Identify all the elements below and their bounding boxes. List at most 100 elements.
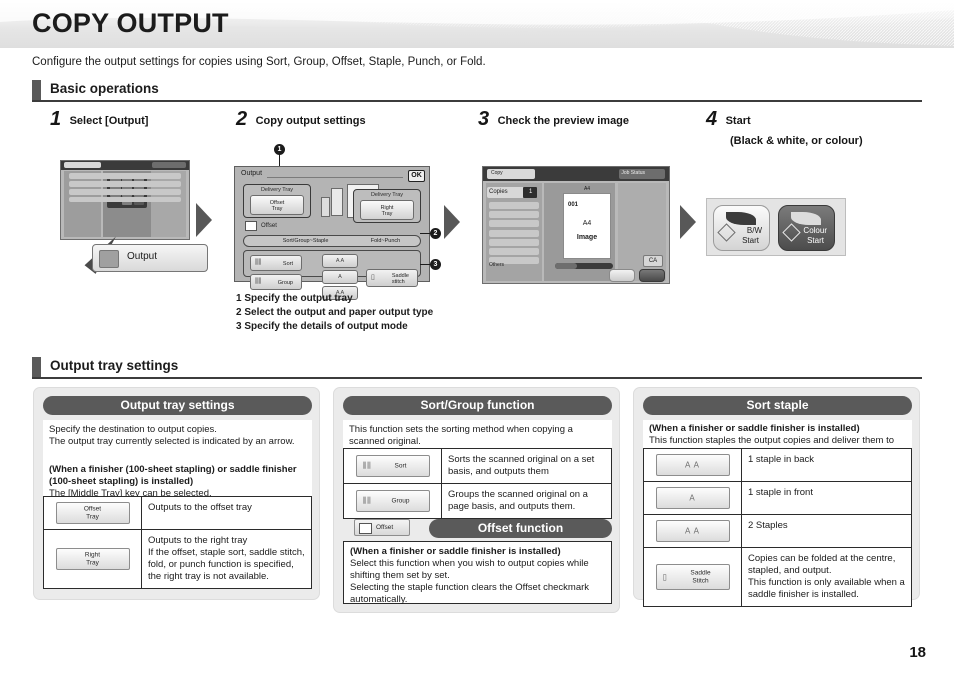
table-cell-description: Copies can be folded at the centre, stap… — [748, 553, 905, 600]
section-accent-tab — [32, 357, 41, 379]
saddle-stitch-key-label: Saddle stitch — [391, 273, 409, 285]
colour-start-line2: Start — [807, 236, 824, 245]
step4-start-panel: B/W Start Colour Start — [706, 198, 846, 256]
staple-back-icon: A A — [684, 460, 701, 470]
sort-key[interactable]: ⫼⫼ Sort — [355, 455, 430, 477]
section-title: Output tray settings — [50, 358, 179, 373]
page-title: COPY OUTPUT — [32, 8, 229, 38]
right-tray-key[interactable]: Right Tray — [55, 548, 130, 570]
preview-colour-start-button[interactable] — [639, 269, 665, 282]
offset-tray-key[interactable]: Offset Tray — [250, 195, 304, 215]
output-tray-intro: Specify the destination to output copies… — [43, 420, 312, 462]
table-cell-description: Sorts the scanned original on a set basi… — [448, 454, 595, 477]
table-cell-key: ▯ Saddle Stitch — [644, 548, 742, 606]
table-cell-description: Outputs to the right tray If the offset, … — [148, 535, 305, 582]
group-key[interactable]: ⫼⫼ Group — [250, 274, 302, 290]
step-header-4: 4 Start (Black & white, or colour) — [706, 108, 863, 147]
section-rule — [32, 100, 922, 102]
offset-checkbox[interactable] — [245, 221, 257, 231]
preview-setting-row[interactable] — [488, 248, 539, 256]
right-tray-key[interactable]: Right Tray — [360, 200, 414, 220]
step-label: Start — [725, 115, 751, 127]
step-header-1: 1 Select [Output] — [50, 108, 148, 131]
mode-tabs-row[interactable]: Sort/Group~Staple Fold~Punch — [243, 235, 421, 247]
preview-size: A4 — [582, 220, 592, 227]
preview-scroll-thumb[interactable] — [555, 263, 577, 269]
table-row: A 1 staple in front — [644, 482, 911, 515]
preview-size-top: A4 — [583, 186, 591, 192]
printer-tray-art — [331, 188, 343, 216]
step1-device-screenshot — [60, 160, 190, 240]
flow-arrow-1 — [196, 203, 212, 237]
staple-front-key[interactable]: A — [655, 487, 730, 509]
copies-label: Copies — [489, 189, 508, 195]
group-key-label: Group — [277, 280, 293, 286]
output-callout: Output — [92, 244, 208, 272]
saddle-stitch-icon: ▯ — [662, 572, 668, 582]
copies-value: 1 — [529, 189, 533, 195]
bw-start-line1: B/W — [746, 226, 762, 235]
intro-text: Configure the output settings for copies… — [32, 56, 486, 68]
preview-setting-row[interactable] — [488, 201, 539, 209]
bw-start-line2: Start — [742, 236, 759, 245]
start-diamond-icon — [717, 223, 736, 242]
offset-key-mini[interactable]: Offset — [354, 519, 410, 536]
section-accent-tab — [32, 80, 41, 102]
tab-fold-punch[interactable]: Fold~Punch — [371, 238, 401, 244]
staple-front-key[interactable]: A — [322, 270, 358, 284]
staple-front-icon: A — [689, 493, 696, 503]
saddle-stitch-key[interactable]: ▯ Saddle Stitch — [655, 564, 730, 590]
delivery-tray-left-box[interactable]: Delivery Tray Offset Tray — [243, 184, 311, 218]
table-row: A A 1 staple in back — [644, 449, 911, 482]
table-cell-key: Offset Tray — [44, 497, 142, 529]
step-header-2: 2 Copy output settings — [236, 108, 366, 131]
staple-two-key[interactable]: A A — [655, 520, 730, 542]
sort-icon: ⫼⫼ — [255, 259, 262, 266]
card-sort-staple: Sort staple (When a finisher or saddle f… — [633, 387, 920, 607]
preview-setting-row[interactable] — [488, 238, 539, 246]
staple-back-key[interactable]: A A — [655, 454, 730, 476]
sort-group-intro: This function sets the sorting method wh… — [343, 420, 612, 448]
colour-start-button[interactable]: Colour Start — [778, 205, 835, 251]
preview-bw-start-button[interactable] — [609, 269, 635, 282]
preview-setting-row[interactable] — [488, 211, 539, 219]
offset-key-label: Offset — [376, 524, 394, 531]
step2-note-3: 3 Specify the details of output mode — [236, 321, 408, 332]
step-label: Copy output settings — [255, 115, 366, 127]
preview-jobstatus-label: Job Status — [621, 170, 645, 176]
offset-tray-key[interactable]: Offset Tray — [55, 502, 130, 524]
delivery-tray-right-box[interactable]: Delivery Tray Right Tray — [353, 189, 421, 223]
table-row: Right Tray Outputs to the right tray If th… — [44, 530, 311, 588]
step3-preview-screenshot: Copy Job Status Copies 1 Others A4 001 A… — [482, 166, 670, 284]
staple-back-key[interactable]: A A — [322, 254, 358, 268]
table-cell-key: ⫼⫼ Group — [344, 484, 442, 518]
device-setting-row — [68, 181, 182, 187]
sort-key[interactable]: ⫼⫼ Sort — [250, 255, 302, 271]
step2-notes: 1 Specify the output tray 2 Select the o… — [236, 292, 433, 334]
section-output-tray-settings: Output tray settings — [32, 357, 922, 379]
bw-start-button[interactable]: B/W Start — [713, 205, 770, 251]
output-tray-table: Offset Tray Outputs to the offset tray Ri… — [43, 496, 312, 589]
table-cell-description: Groups the scanned original on a page ba… — [448, 489, 588, 512]
step-number: 4 — [706, 108, 718, 130]
preview-others-label: Others — [489, 262, 505, 268]
sort-key-label: Sort — [394, 462, 407, 470]
saddle-stitch-key[interactable]: ▯ Saddle stitch — [366, 269, 418, 287]
offset-function-line2: Selecting the staple function clears the… — [350, 582, 590, 605]
table-cell-key: Right Tray — [44, 530, 142, 588]
tab-sort-group-staple[interactable]: Sort/Group~Staple — [283, 238, 329, 244]
group-key[interactable]: ⫼⫼ Group — [355, 490, 430, 512]
offset-checkbox-icon[interactable] — [359, 523, 372, 534]
ok-button[interactable]: OK — [408, 170, 425, 182]
group-icon: ⫼⫼ — [362, 496, 372, 505]
sort-icon: ⫼⫼ — [362, 461, 372, 470]
ca-button[interactable]: CA — [643, 255, 663, 267]
step2-output-dialog: Output OK Delivery Tray Offset Tray Deliv… — [234, 166, 430, 300]
table-cell-description: 1 staple in back — [748, 454, 815, 465]
start-swoosh-icon — [726, 212, 756, 225]
hand-pointer-icon — [99, 250, 119, 268]
table-cell-description: 2 Staples — [748, 520, 788, 531]
preview-setting-row[interactable] — [488, 220, 539, 228]
sort-group-table: ⫼⫼ Sort Sorts the scanned original on a … — [343, 448, 612, 519]
preview-setting-row[interactable] — [488, 229, 539, 237]
